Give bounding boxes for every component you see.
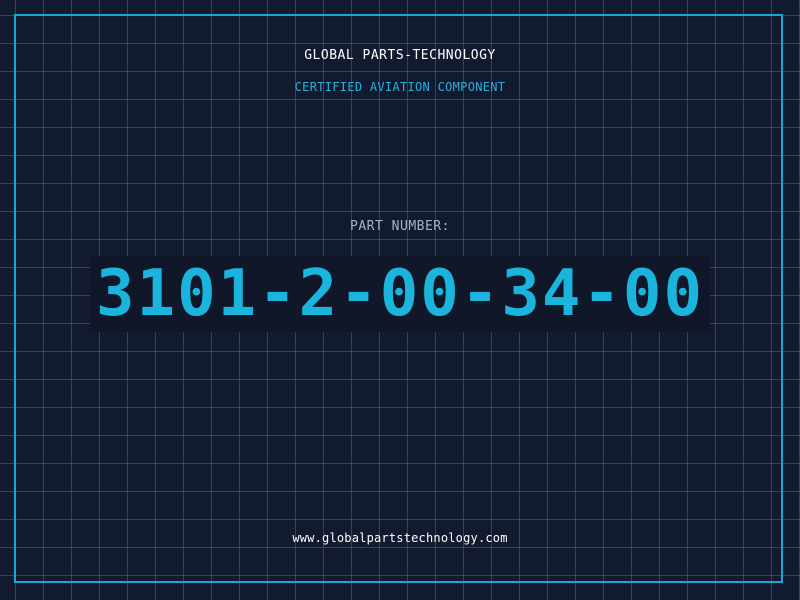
part-label-card: GLOBAL PARTS-TECHNOLOGY CERTIFIED AVIATI… <box>0 0 800 600</box>
company-name: GLOBAL PARTS-TECHNOLOGY <box>304 48 496 63</box>
part-number-container: 3101-2-00-34-00 <box>0 256 800 332</box>
part-number-label: PART NUMBER: <box>350 219 450 234</box>
certification-tagline: CERTIFIED AVIATION COMPONENT <box>294 80 506 94</box>
part-number-value: 3101-2-00-34-00 <box>90 256 710 332</box>
website-url: www.globalpartstechnology.com <box>292 531 508 545</box>
